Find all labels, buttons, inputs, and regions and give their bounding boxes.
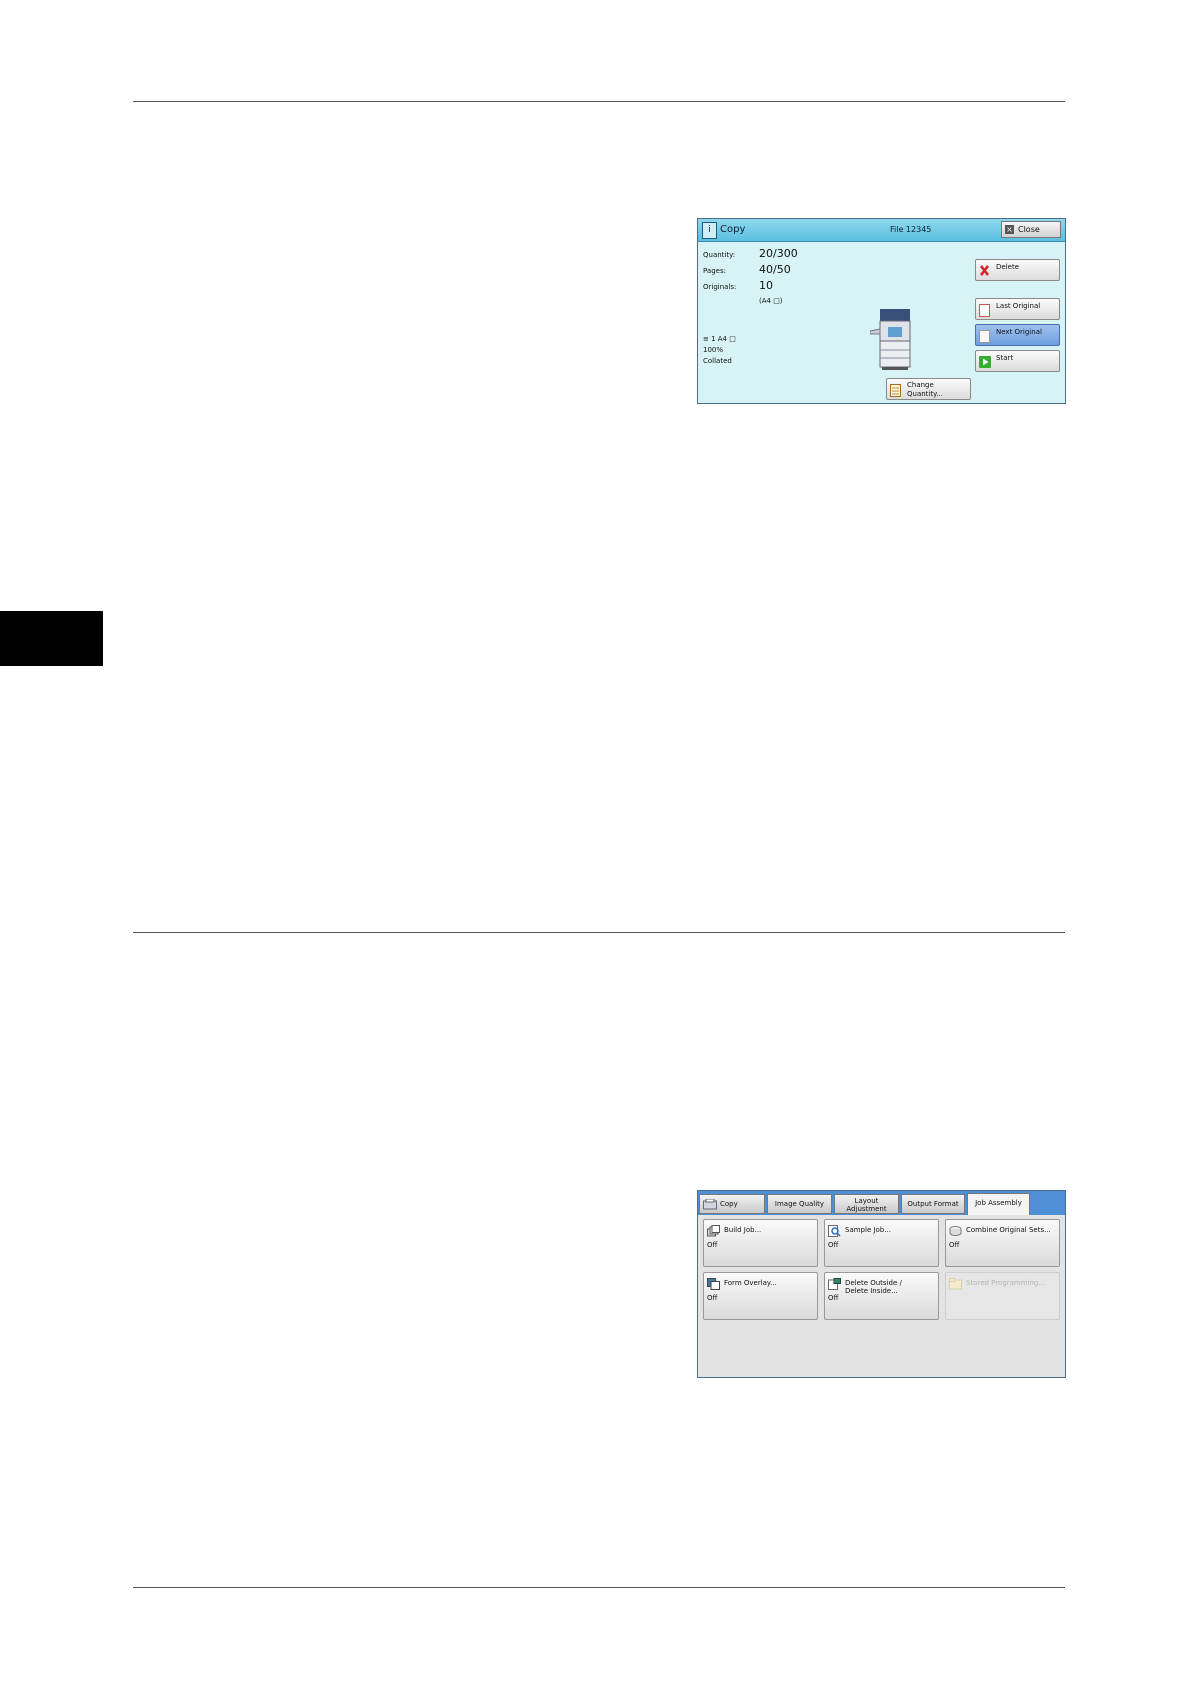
file-name: File 12345: [890, 225, 932, 234]
form-overlay-status: Off: [707, 1294, 718, 1302]
next-original-icon: [979, 330, 990, 343]
sample-job-status: Off: [828, 1241, 839, 1249]
combine-original-sets-button[interactable]: Combine Original Sets... Off: [945, 1219, 1060, 1267]
ratio-value: 100%: [703, 346, 724, 354]
delete-outside-inside-status: Off: [828, 1294, 839, 1302]
tab-copy[interactable]: Copy: [699, 1194, 765, 1214]
copy-tab-icon: [703, 1199, 717, 1210]
printer-machine-icon: [870, 309, 911, 370]
header-rule: [133, 101, 1065, 102]
form-overlay-label: Form Overlay...: [724, 1279, 777, 1287]
stored-programming-icon: [949, 1278, 962, 1290]
tab-strip: Copy Image Quality Layout Adjustment Outp…: [698, 1191, 1065, 1215]
job-assembly-screen: Copy Image Quality Layout Adjustment Outp…: [697, 1190, 1066, 1378]
form-overlay-icon: [707, 1278, 720, 1290]
start-button[interactable]: Start: [975, 350, 1060, 372]
pages-label: Pages:: [703, 267, 726, 275]
last-original-icon: [979, 304, 990, 317]
sample-job-label: Sample Job...: [845, 1226, 891, 1234]
app-title: Copy: [720, 224, 746, 235]
last-original-label: Last Original: [996, 302, 1041, 310]
change-quantity-label: Change Quantity...: [907, 381, 943, 398]
quantity-label: Quantity:: [703, 251, 736, 259]
delete-x-icon: [980, 265, 989, 276]
next-original-label: Next Original: [996, 328, 1042, 336]
title-bar: i Copy File 12345 × Close: [698, 219, 1065, 242]
tab-layout-adjustment[interactable]: Layout Adjustment: [834, 1194, 899, 1214]
tray-paper-info: ≡ 1 A4 □: [703, 335, 736, 343]
close-label: Close: [1018, 225, 1040, 234]
stored-programming-button: Stored Programming...: [945, 1272, 1060, 1320]
footer-rule: [133, 1587, 1065, 1588]
originals-size: (A4 □): [759, 297, 783, 305]
chapter-side-tab: [0, 611, 103, 666]
build-job-status: Off: [707, 1241, 718, 1249]
info-icon[interactable]: i: [702, 222, 717, 239]
tab-output-format[interactable]: Output Format: [901, 1194, 965, 1214]
delete-outside-inside-icon: [828, 1278, 841, 1290]
delete-label: Delete: [996, 263, 1019, 271]
form-overlay-button[interactable]: Form Overlay... Off: [703, 1272, 818, 1320]
tab-job-assembly[interactable]: Job Assembly: [967, 1193, 1030, 1215]
delete-outside-inside-button[interactable]: Delete Outside / Delete Inside... Off: [824, 1272, 939, 1320]
section-rule: [133, 932, 1065, 933]
start-label: Start: [996, 354, 1014, 362]
stored-programming-label: Stored Programming...: [966, 1279, 1046, 1287]
combine-originals-icon: [949, 1226, 962, 1236]
originals-label: Originals:: [703, 283, 737, 291]
copy-status-screen: i Copy File 12345 × Close Quantity: 20/3…: [697, 218, 1066, 404]
tab-image-quality[interactable]: Image Quality: [767, 1194, 832, 1214]
sample-job-icon: [828, 1225, 841, 1237]
close-button[interactable]: × Close: [1001, 221, 1061, 238]
delete-button[interactable]: Delete: [975, 259, 1060, 281]
combine-original-sets-status: Off: [949, 1241, 960, 1249]
last-original-button[interactable]: Last Original: [975, 298, 1060, 320]
change-quantity-button[interactable]: Change Quantity...: [886, 378, 971, 400]
next-original-button[interactable]: Next Original: [975, 324, 1060, 346]
quantity-value: 20/300: [759, 247, 798, 260]
pages-value: 40/50: [759, 263, 791, 276]
combine-original-sets-label: Combine Original Sets...: [966, 1226, 1051, 1234]
finishing-value: Collated: [703, 357, 732, 365]
close-icon: ×: [1005, 225, 1014, 234]
delete-outside-inside-label: Delete Outside / Delete Inside...: [845, 1279, 902, 1295]
build-job-icon: [707, 1225, 720, 1237]
originals-value: 10: [759, 279, 773, 292]
start-play-icon: [979, 356, 991, 368]
change-quantity-icon: [890, 384, 901, 397]
build-job-button[interactable]: Build Job... Off: [703, 1219, 818, 1267]
sample-job-button[interactable]: Sample Job... Off: [824, 1219, 939, 1267]
build-job-label: Build Job...: [724, 1226, 762, 1234]
